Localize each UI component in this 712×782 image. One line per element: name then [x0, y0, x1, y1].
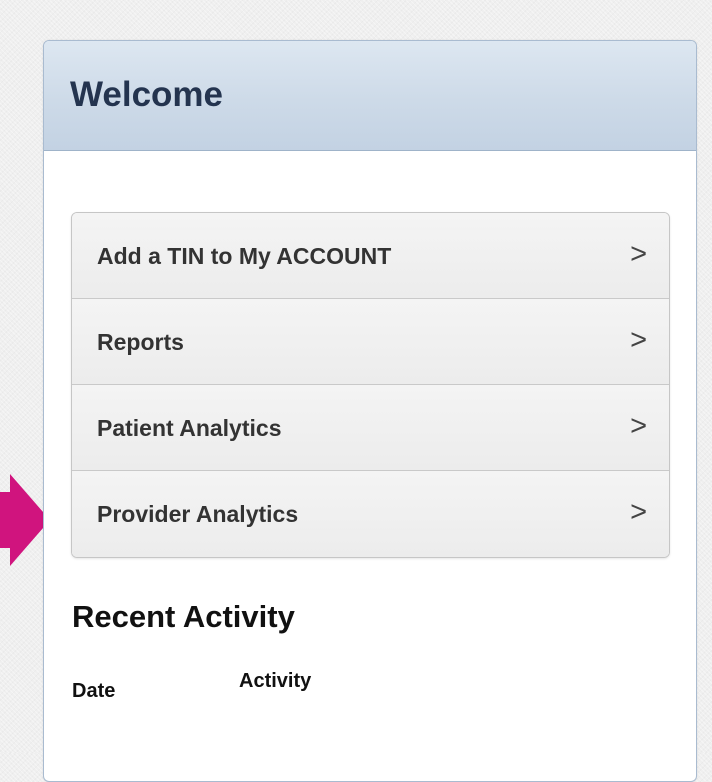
menu-item-label: Add a TIN to My ACCOUNT [97, 243, 392, 269]
menu-item-label: Patient Analytics [97, 415, 282, 441]
panel-header: Welcome [44, 41, 696, 151]
menu-item-reports[interactable]: Reports > [72, 299, 669, 385]
welcome-panel: Welcome Add a TIN to My ACCOUNT > Report… [43, 40, 697, 782]
chevron-right-icon: > [630, 324, 647, 356]
activity-column-header: Activity [239, 670, 312, 692]
chevron-right-icon: > [630, 238, 647, 270]
navigation-menu: Add a TIN to My ACCOUNT > Reports > Pati… [71, 212, 670, 558]
chevron-right-icon: > [630, 496, 647, 528]
menu-item-label: Reports [97, 329, 184, 355]
date-column-header: Date [72, 680, 116, 702]
chevron-right-icon: > [630, 410, 647, 442]
panel-title: Welcome [70, 75, 224, 114]
menu-item-provider-analytics[interactable]: Provider Analytics > [72, 471, 669, 557]
menu-item-add-tin[interactable]: Add a TIN to My ACCOUNT > [72, 213, 669, 299]
menu-item-patient-analytics[interactable]: Patient Analytics > [72, 385, 669, 471]
recent-activity-title: Recent Activity [72, 599, 295, 634]
menu-item-label: Provider Analytics [97, 501, 299, 527]
